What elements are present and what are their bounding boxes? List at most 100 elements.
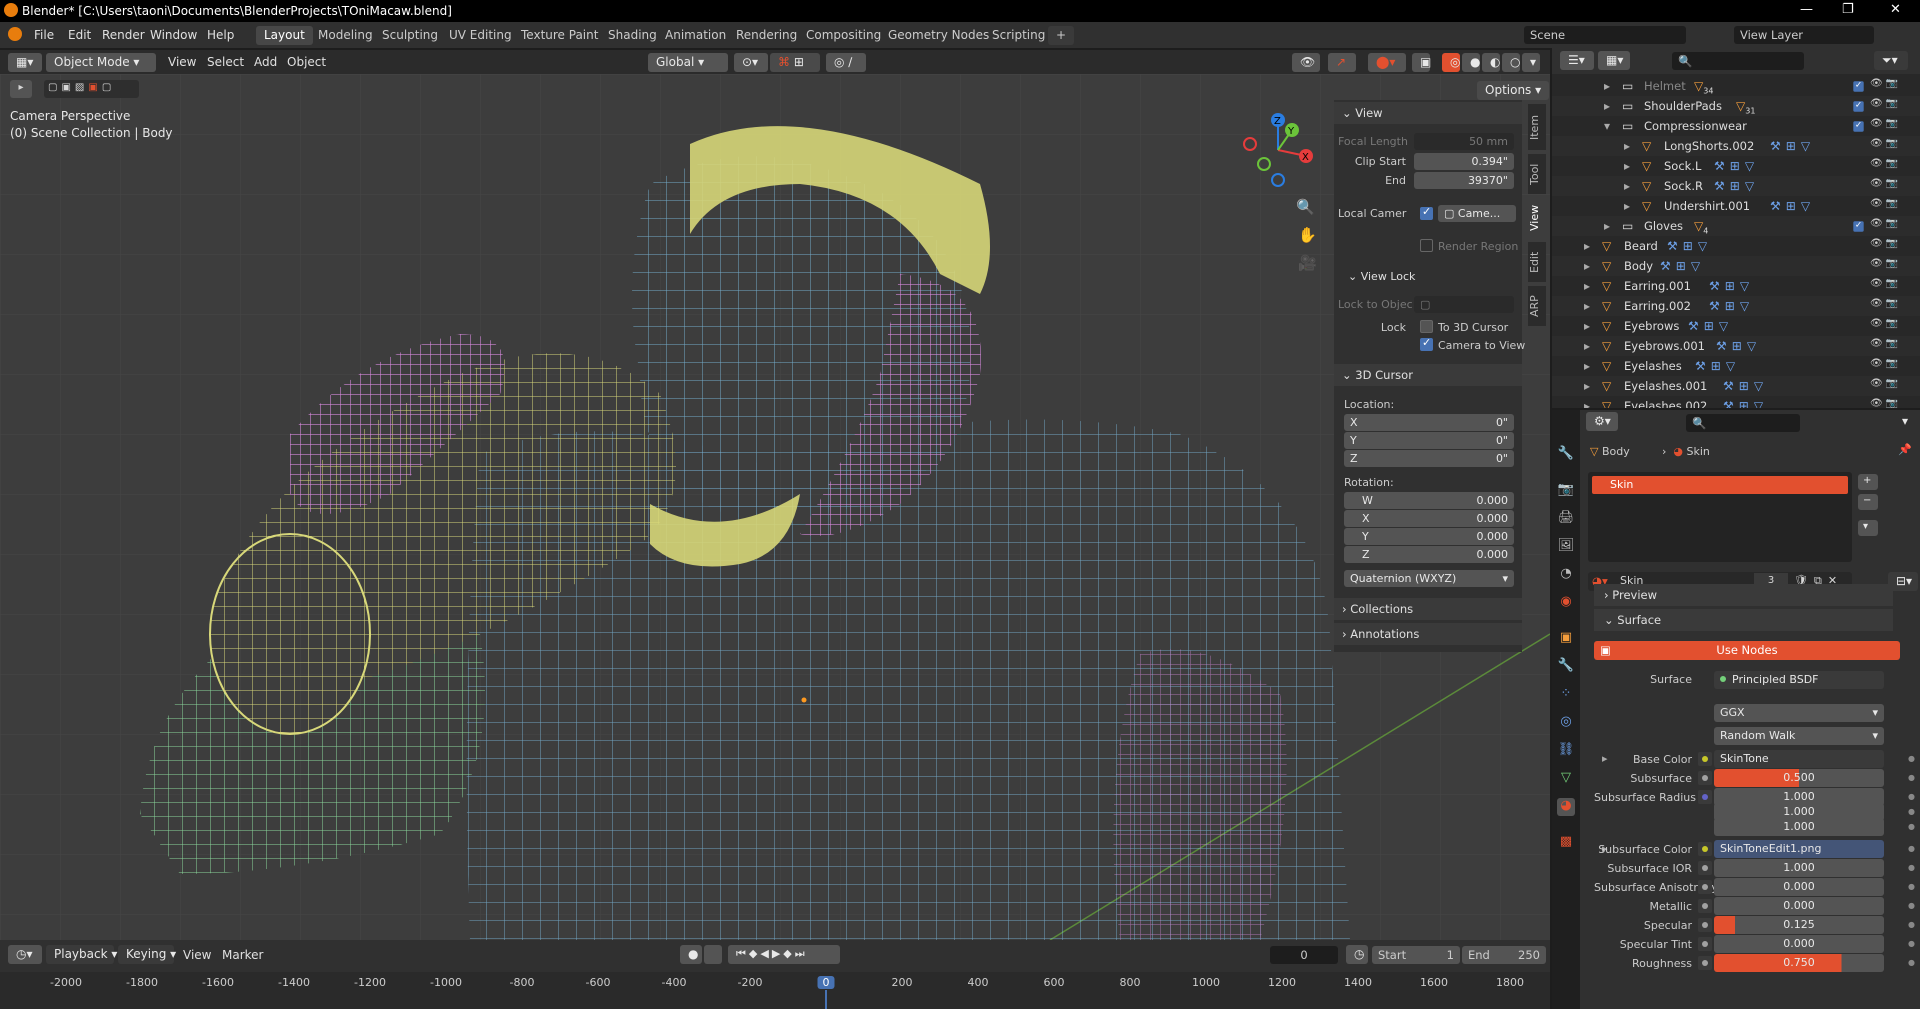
- expand-arrow-icon[interactable]: ▸: [1624, 139, 1630, 153]
- cursor-rotation-x[interactable]: X 0.000: [1344, 510, 1514, 527]
- keyframe-dot-icon[interactable]: ●: [1908, 901, 1915, 910]
- render-region-checkbox[interactable]: [1420, 239, 1433, 252]
- scene-selector[interactable]: Scene: [1524, 26, 1686, 44]
- output-tab-icon[interactable]: 🖨: [1557, 510, 1575, 528]
- timeline-ruler[interactable]: -2000 -1800 -1600 -1400 -1200 -1000 -800 -600 -4…: [0, 972, 1550, 1009]
- texture-tab-icon[interactable]: ▩: [1557, 834, 1575, 852]
- tab-sculpting[interactable]: Sculpting: [374, 26, 446, 45]
- cursor-location-x[interactable]: X 0": [1344, 414, 1514, 431]
- child-count-icon[interactable]: ▽4: [1694, 219, 1708, 235]
- slider-field[interactable]: 0.750: [1714, 954, 1884, 972]
- camera-to-view-checkbox[interactable]: [1420, 336, 1433, 351]
- socket-icon[interactable]: [1698, 918, 1712, 932]
- exclude-checkbox[interactable]: [1853, 120, 1864, 132]
- keying-dropdown[interactable]: Keying ▾: [118, 945, 176, 964]
- view-panel-header[interactable]: ⌄ View: [1334, 102, 1522, 124]
- selection-mode-icons[interactable]: ▢▣▨▣▢: [44, 80, 139, 98]
- world-tab-icon[interactable]: ◉: [1557, 594, 1575, 612]
- scene-tab-icon[interactable]: ◔: [1557, 566, 1575, 584]
- menu-object[interactable]: Object: [287, 55, 326, 69]
- keyframe-dot-icon[interactable]: ●: [1908, 882, 1915, 891]
- child-count-icon[interactable]: ▽31: [1736, 99, 1755, 115]
- keyframe-dot-icon[interactable]: ●: [1908, 844, 1915, 853]
- collections-panel-header[interactable]: › Collections: [1334, 598, 1522, 620]
- keyframe-dot-icon[interactable]: ●: [1908, 958, 1915, 967]
- visibility-icon[interactable]: 👁 📷: [1870, 298, 1898, 309]
- menu-view[interactable]: View: [168, 55, 196, 69]
- focal-length-field[interactable]: 50 mm: [1414, 133, 1514, 150]
- socket-icon[interactable]: [1698, 956, 1712, 970]
- pivot-point-button[interactable]: ⊙▾: [734, 53, 768, 72]
- options-button[interactable]: Options ▾: [1477, 81, 1550, 100]
- timeline-editor-type-button[interactable]: ◷▾: [8, 945, 42, 964]
- tab-item[interactable]: Item: [1528, 104, 1546, 150]
- clip-start-field[interactable]: 0.394": [1414, 153, 1514, 170]
- tab-geometry-nodes[interactable]: Geometry Nodes: [880, 26, 997, 45]
- outliner-row[interactable]: ▸ ▭ Helmet ▽34 👁 📷: [1552, 76, 1920, 96]
- expand-arrow-icon[interactable]: ▸: [1624, 199, 1630, 213]
- tab-animation[interactable]: Animation: [657, 26, 734, 45]
- modifier-icons[interactable]: ⚒⊞▽: [1770, 199, 1815, 213]
- keyframe-dot-icon[interactable]: ●: [1908, 920, 1915, 929]
- visibility-icon[interactable]: 👁 📷: [1870, 158, 1898, 169]
- local-camera-field[interactable]: ▢ Came...: [1438, 205, 1516, 222]
- render-tab-icon[interactable]: 📷: [1557, 482, 1575, 500]
- expand-arrow-icon[interactable]: ▸: [1624, 159, 1630, 173]
- mode-dropdown[interactable]: Object Mode ▾: [46, 53, 156, 72]
- tab-rendering[interactable]: Rendering: [728, 26, 805, 45]
- modifier-icons[interactable]: ⚒⊞▽: [1688, 319, 1733, 333]
- editor-type-button[interactable]: ▦▾: [8, 53, 42, 72]
- modifier-icons[interactable]: ⚒⊞▽: [1660, 259, 1705, 273]
- preview-range-icon[interactable]: ◷: [1346, 945, 1368, 964]
- slider-field[interactable]: 0.500: [1714, 769, 1884, 787]
- timeline-menu-view[interactable]: View: [183, 948, 211, 962]
- timeline-menu-marker[interactable]: Marker: [222, 948, 263, 962]
- exclude-checkbox[interactable]: [1853, 80, 1864, 92]
- slider-field[interactable]: 0.000: [1714, 878, 1884, 896]
- menu-edit[interactable]: Edit: [68, 28, 91, 42]
- preview-panel-header[interactable]: › Preview: [1594, 584, 1893, 606]
- data-tab-icon[interactable]: ▽: [1557, 770, 1575, 788]
- cursor-rotation-z[interactable]: Z 0.000: [1344, 546, 1514, 563]
- particles-tab-icon[interactable]: ⁘: [1557, 686, 1575, 704]
- playhead-line[interactable]: [825, 990, 827, 1009]
- slider-field[interactable]: 1.000: [1714, 859, 1884, 877]
- slider-field[interactable]: 0.000: [1714, 935, 1884, 953]
- outliner-row[interactable]: ▸ ▽ Undershirt.001 ⚒⊞▽ 👁 📷: [1552, 196, 1920, 216]
- outliner-row[interactable]: ▸ ▽ Eyelashes ⚒⊞▽ 👁 📷: [1552, 356, 1920, 376]
- menu-select[interactable]: Select: [207, 55, 244, 69]
- local-camera-checkbox[interactable]: [1420, 205, 1433, 220]
- lock-object-field[interactable]: ▢: [1414, 296, 1514, 313]
- tab-shading[interactable]: Shading: [600, 26, 665, 45]
- visibility-icon[interactable]: 👁 📷: [1870, 218, 1898, 229]
- cursor-rotation-w[interactable]: W 0.000: [1344, 492, 1514, 509]
- modifier-icons[interactable]: ⚒⊞▽: [1709, 279, 1754, 293]
- exclude-checkbox[interactable]: [1853, 220, 1864, 232]
- menu-render[interactable]: Render: [102, 28, 145, 42]
- expand-arrow-icon[interactable]: ▸: [1584, 259, 1590, 273]
- outliner-row[interactable]: ▸ ▽ Earring.002 ⚒⊞▽ 👁 📷: [1552, 296, 1920, 316]
- maximize-button[interactable]: ❐: [1842, 2, 1854, 17]
- visibility-icon[interactable]: 👁 📷: [1870, 118, 1898, 129]
- outliner-search-input[interactable]: 🔍: [1672, 52, 1804, 70]
- child-count-icon[interactable]: ▽34: [1694, 79, 1713, 95]
- keyframe-dot-icon[interactable]: ●: [1908, 773, 1915, 782]
- expand-arrow-icon[interactable]: ▸: [1584, 359, 1590, 373]
- keyframe-dot-icon[interactable]: ●: [1908, 939, 1915, 948]
- socket-icon[interactable]: [1698, 752, 1712, 766]
- tab-compositing[interactable]: Compositing: [798, 26, 889, 45]
- annotations-panel-header[interactable]: › Annotations: [1334, 623, 1522, 645]
- outliner-row[interactable]: ▾ ▭ Compressionwear 👁 📷: [1552, 116, 1920, 136]
- tab-modeling[interactable]: Modeling: [310, 26, 381, 45]
- linked-input-field[interactable]: SkinToneEdit1.png: [1714, 840, 1884, 858]
- modifier-tab-icon[interactable]: 🔧: [1557, 658, 1575, 676]
- proportional-edit-button[interactable]: ◎ ∕: [826, 53, 866, 72]
- outliner-row[interactable]: ▸ ▽ LongShorts.002 ⚒⊞▽ 👁 📷: [1552, 136, 1920, 156]
- distribution-dropdown[interactable]: GGX ▾: [1714, 704, 1884, 722]
- tab-view[interactable]: View: [1528, 198, 1546, 238]
- tab-uv-editing[interactable]: UV Editing: [441, 26, 520, 45]
- socket-icon[interactable]: [1698, 771, 1712, 785]
- visibility-icon[interactable]: 👁 📷: [1870, 358, 1898, 369]
- keyframe-dot-icon[interactable]: ●: [1908, 822, 1915, 831]
- view-lock-header[interactable]: ⌄ View Lock: [1348, 270, 1415, 283]
